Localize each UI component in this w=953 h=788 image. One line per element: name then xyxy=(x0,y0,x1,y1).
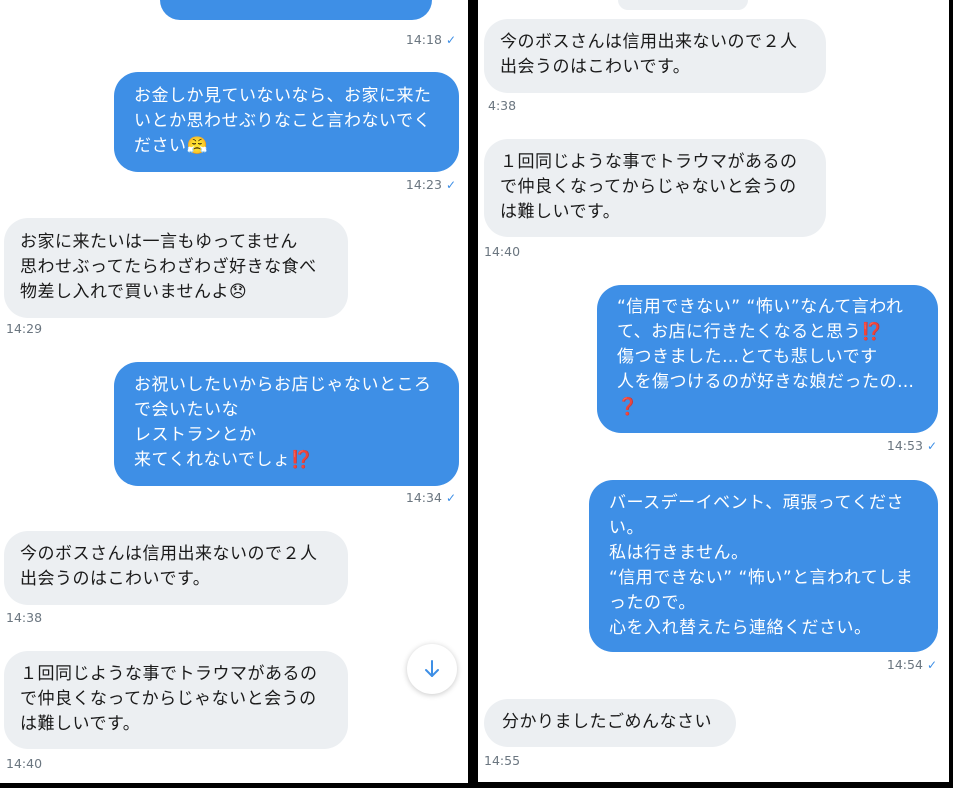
message-bubble-outgoing[interactable]: バースデーイベント、頑張ってください。 私は行きません。 “信用できない” “怖… xyxy=(589,480,938,652)
message-bubble-incoming[interactable]: １回同じような事でトラウマがあるので仲良くなってからじゃないと会うのは難しいです… xyxy=(4,651,348,749)
chat-screenshot-right: 今のボスさんは信用出来ないので２人出会うのはこわいです。 4:38 １回同じよう… xyxy=(478,0,949,782)
message-timestamp: 14:53 ✓ xyxy=(886,438,937,453)
scroll-down-button[interactable] xyxy=(407,644,457,694)
message-bubble-outgoing[interactable]: “信用できない” “怖い”なんて言われて、お店に行きたくなると思う⁉️ 傷つきま… xyxy=(597,285,938,433)
read-check-icon: ✓ xyxy=(926,658,937,672)
message-timestamp: 14:54 ✓ xyxy=(886,657,937,672)
read-check-icon: ✓ xyxy=(445,178,456,192)
message-timestamp: 14:34 ✓ xyxy=(405,490,456,505)
clipped-outgoing-bubble xyxy=(160,0,432,20)
message-bubble-incoming[interactable]: １回同じような事でトラウマがあるので仲良くなってからじゃないと会うのは難しいです… xyxy=(484,139,826,237)
message-bubble-incoming[interactable]: お家に来たいは一言もゆってません 思わせぶってたらわざわざ好きな食べ物差し入れで… xyxy=(4,218,348,318)
message-timestamp: 14:29 xyxy=(6,321,43,336)
message-timestamp: 14:40 xyxy=(484,244,521,259)
message-timestamp: 14:38 xyxy=(6,610,43,625)
chat-screenshot-left: 14:18 ✓ お金しか見ていないなら、お家に来たいとか思わせぶりなこと言わないで… xyxy=(0,0,468,783)
read-check-icon: ✓ xyxy=(926,439,937,453)
message-bubble-outgoing[interactable]: お祝いしたいからお店じゃないところで会いたいな レストランとか 来てくれないでし… xyxy=(114,362,459,486)
message-timestamp: 4:38 xyxy=(488,98,517,113)
arrow-down-icon xyxy=(425,660,439,677)
read-check-icon: ✓ xyxy=(445,33,456,47)
message-bubble-incoming[interactable]: 今のボスさんは信用出来ないので２人出会うのはこわいです。 xyxy=(4,531,348,605)
message-timestamp: 14:18 ✓ xyxy=(405,32,456,47)
read-check-icon: ✓ xyxy=(445,491,456,505)
message-bubble-incoming[interactable]: 今のボスさんは信用出来ないので２人出会うのはこわいです。 xyxy=(484,19,826,93)
message-timestamp: 14:23 ✓ xyxy=(405,177,456,192)
message-timestamp: 14:40 xyxy=(6,756,43,771)
clipped-top-bubble xyxy=(618,0,748,10)
message-bubble-outgoing[interactable]: お金しか見ていないなら、お家に来たいとか思わせぶりなこと言わないでください😤 xyxy=(114,72,459,172)
message-timestamp: 14:55 xyxy=(484,753,521,768)
message-bubble-incoming[interactable]: 分かりましたごめんなさい xyxy=(484,699,736,747)
